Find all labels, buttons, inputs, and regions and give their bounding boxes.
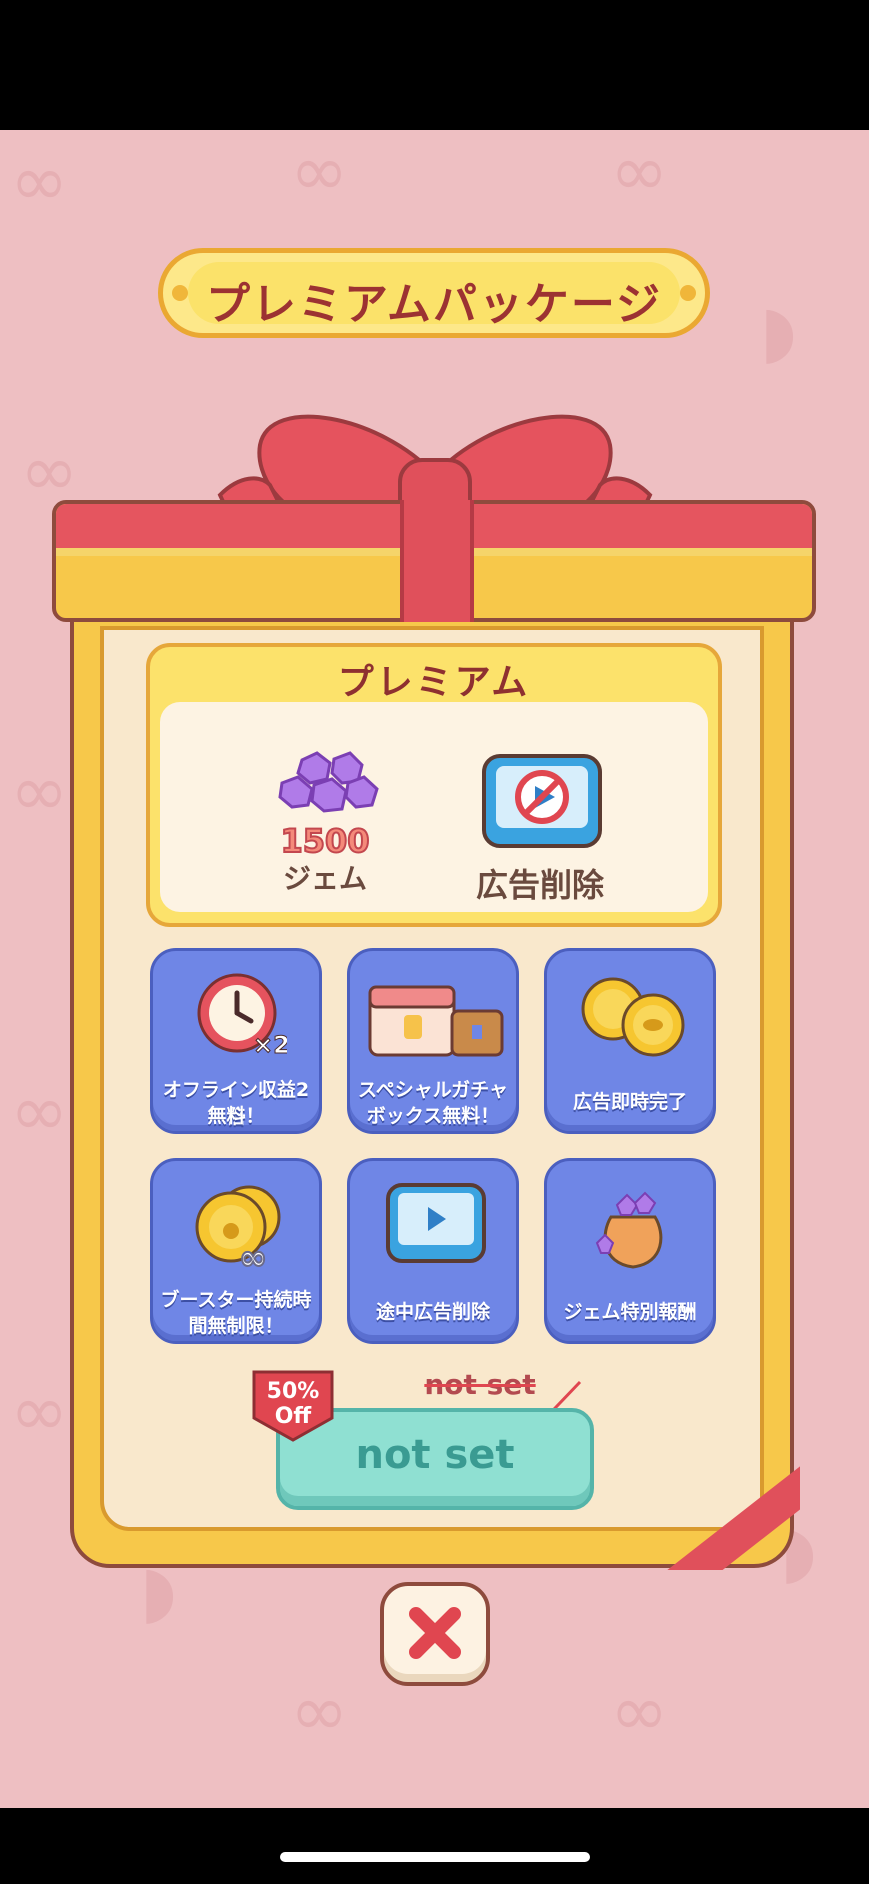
pretzel-pattern-icon: ∞: [10, 1370, 69, 1452]
gems-label: ジェム: [282, 862, 367, 895]
perk-tile-gem-reward: ジェム特別報酬: [544, 1158, 716, 1344]
gacha-box-icon: [368, 985, 504, 1057]
perk-tile-mid-ad-remove: 途中広告削除: [347, 1158, 519, 1344]
perk-label-line2: 無料！: [207, 1105, 265, 1127]
gem-bag-icon: [595, 1191, 663, 1269]
perk-label-line2: ボックス無料！: [366, 1105, 500, 1127]
pretzel-pattern-icon: ∞: [610, 1670, 669, 1752]
gems-count: 1500: [279, 821, 370, 861]
discount-percent: 50%: [267, 1379, 320, 1404]
ad-remove-label: 広告削除: [475, 866, 604, 904]
perk-tile-booster-unlimited: ∞ ブースター持続時 間無制限！: [150, 1158, 322, 1344]
status-bar: [0, 0, 869, 130]
no-ads-monitor-icon: [482, 754, 602, 848]
close-icon: [409, 1607, 461, 1659]
lid-ribbon-vertical: [400, 500, 474, 622]
home-indicator[interactable]: [280, 1852, 590, 1862]
title-banner: プレミアムパッケージ: [158, 248, 710, 344]
premium-title: プレミアム: [337, 662, 531, 703]
pretzel-pattern-icon: ∞: [10, 140, 69, 222]
coins-icon: [581, 977, 685, 1057]
pretzel-pattern-icon: ∞: [10, 1070, 69, 1152]
croissant-pattern-icon: ◗: [760, 290, 797, 372]
perk-label-line1: ジェム特別報酬: [563, 1301, 697, 1323]
pretzel-pattern-icon: ∞: [290, 130, 349, 212]
page-title: プレミアムパッケージ: [205, 279, 663, 330]
svg-text:∞: ∞: [239, 1238, 267, 1273]
play-monitor-icon: [386, 1183, 486, 1263]
perk-label-line1: スペシャルガチャ: [358, 1079, 508, 1101]
bottom-bar: [0, 1808, 869, 1884]
pretzel-pattern-icon: ∞: [610, 130, 669, 212]
discount-off: Off: [275, 1404, 313, 1429]
perk-label-line2: 間無制限！: [188, 1315, 284, 1337]
pretzel-pattern-icon: ∞: [10, 750, 69, 832]
infinite-coins-icon: ∞: [195, 1185, 281, 1273]
perk-tile-gacha-box: スペシャルガチャ ボックス無料！: [347, 948, 519, 1134]
close-button[interactable]: [380, 1582, 490, 1686]
clock-x2-icon: ×2: [197, 973, 287, 1059]
svg-text:×2: ×2: [253, 1031, 287, 1059]
premium-rewards-card: [160, 702, 708, 912]
corner-ribbon: [640, 1440, 800, 1570]
perk-label-line1: 途中広告削除: [375, 1301, 490, 1323]
perk-tile-instant-ads: 広告即時完了: [544, 948, 716, 1134]
perk-label-line1: ブースター持続時: [160, 1289, 312, 1311]
pretzel-pattern-icon: ∞: [290, 1670, 349, 1752]
discount-badge: 50% Off: [252, 1370, 334, 1442]
perk-label-line1: 広告即時完了: [572, 1091, 687, 1113]
perk-tile-offline-income: ×2 オフライン収益2倍 無料！: [150, 948, 322, 1134]
